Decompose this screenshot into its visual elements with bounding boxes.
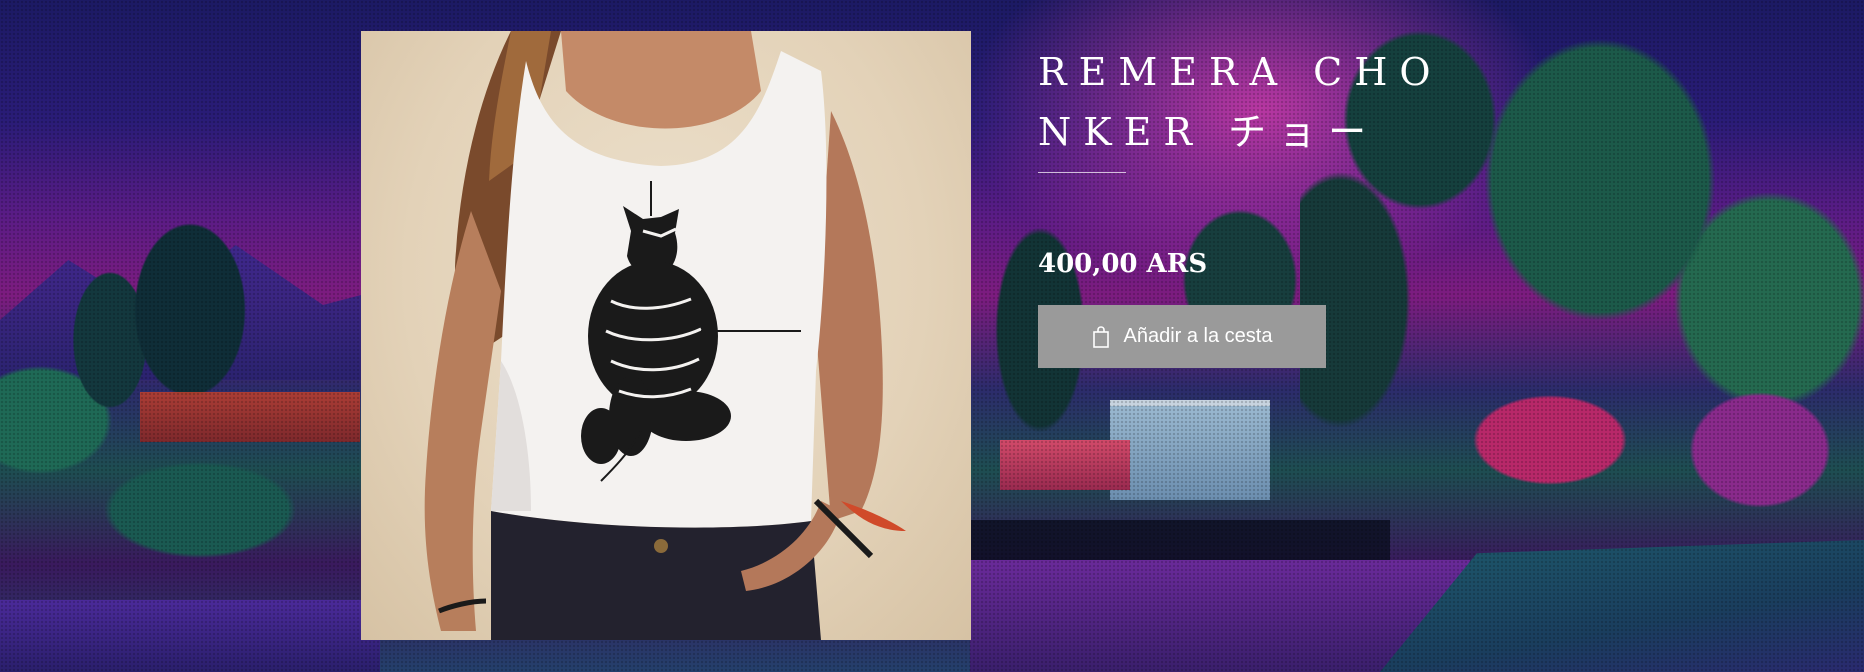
product-image[interactable] [361,31,971,640]
add-to-cart-button[interactable]: Añadir a la cesta [1038,305,1326,368]
product-price: 400,00 ARS [1038,249,1208,279]
product-page: REMERA CHONKER チョー 400,00 ARS Añadir a l… [0,0,1864,672]
title-divider [1038,172,1126,173]
product-title: REMERA CHONKER チョー [1038,50,1443,154]
product-photo [424,31,906,640]
shopping-bag-icon [1092,325,1110,348]
add-to-cart-label: Añadir a la cesta [1123,325,1273,347]
product-info: REMERA CHONKER チョー 400,00 ARS Añadir a l… [1038,42,1458,368]
